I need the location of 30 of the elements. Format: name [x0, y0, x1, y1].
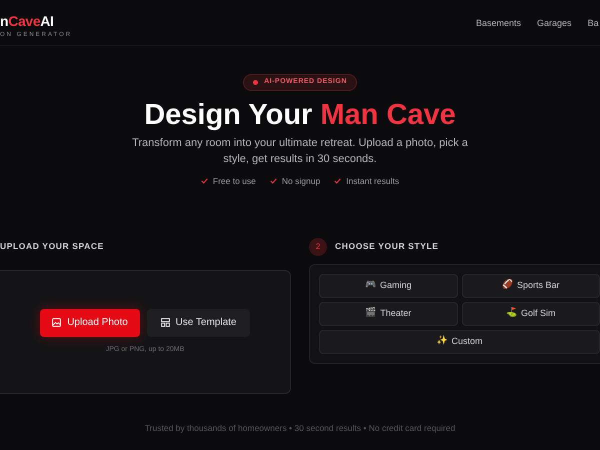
check-icon [270, 178, 277, 184]
brand-logo[interactable]: nCaveAI [0, 12, 72, 30]
nav-link[interactable]: Garages [537, 17, 572, 30]
emoji-icon: ⛳ [506, 307, 517, 320]
nav-link[interactable]: Ba [588, 17, 599, 30]
step-number: 2 [309, 238, 327, 256]
layout-icon [160, 318, 170, 327]
perk-text: Instant results [346, 175, 400, 188]
upload-button[interactable]: Upload Photo [40, 308, 140, 336]
trust-note: Trusted by thousands of homeowners • 30 second results • No credit card required [144, 422, 456, 434]
template-button[interactable]: Use Template [147, 308, 250, 336]
check-icon [200, 178, 208, 184]
emoji-icon: 🏈 [502, 279, 513, 292]
nav-link[interactable]: Basements [476, 17, 522, 30]
perk-text: Free to use [212, 175, 256, 188]
style-option[interactable]: 🎮 Gaming [319, 274, 458, 298]
emoji-icon: 🎬 [365, 307, 376, 320]
style-option[interactable]: ✨ Custom [319, 330, 600, 354]
style-option[interactable]: 🏈 Sports Bar [462, 274, 600, 298]
image-icon [52, 318, 62, 327]
perk-text: No signup [282, 175, 320, 188]
style-option[interactable]: 🎬 Theater [319, 302, 458, 326]
hero-title: Design Your Man Cave [144, 98, 456, 133]
emoji-icon: ✨ [436, 335, 448, 348]
section-heading: UPLOAD YOUR SPACE [0, 240, 105, 254]
hero-subtitle: Transform any room into your ultimate retreat. Upload a photo, pick a style, get results in 30 seconds. [131, 136, 469, 167]
style-option[interactable]: ⛳ Golf Sim [462, 302, 600, 326]
section-heading: CHOOSE YOUR STYLE [335, 240, 439, 254]
emoji-icon: 🎮 [364, 279, 376, 292]
check-icon [334, 178, 342, 184]
